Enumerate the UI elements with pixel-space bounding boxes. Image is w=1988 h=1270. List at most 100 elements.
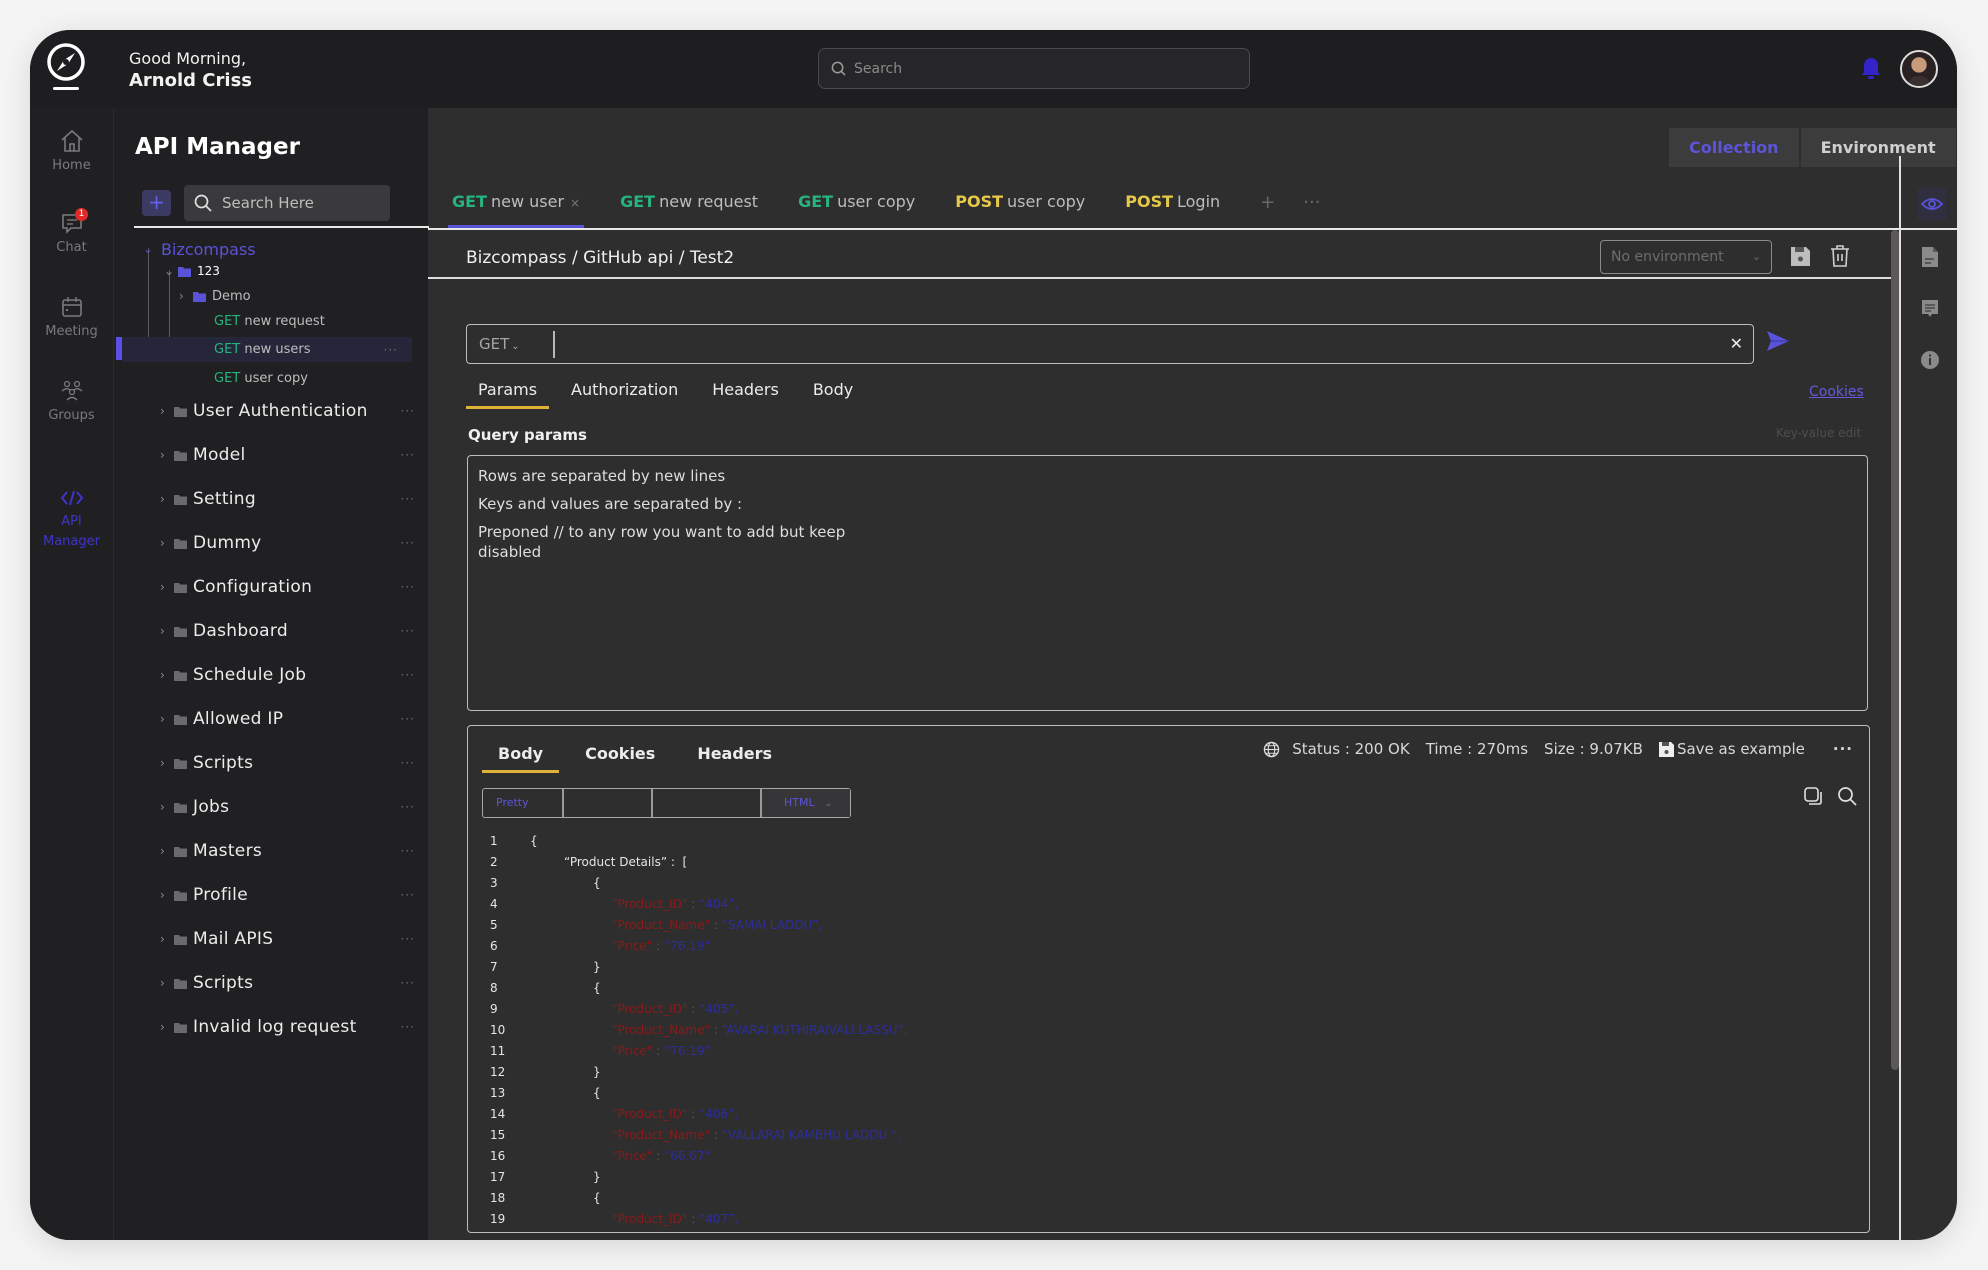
tree-folder[interactable]: › Schedule Job ··· [160,663,415,687]
global-search[interactable] [818,48,1250,89]
more-options-icon[interactable]: ··· [401,536,415,550]
more-options-icon[interactable]: ··· [401,932,415,946]
global-search-input[interactable] [854,60,1234,77]
more-options-icon[interactable]: ··· [1833,740,1853,758]
sidebar-search[interactable] [184,185,390,221]
request-tab[interactable]: GET user copy [798,178,915,226]
search-icon[interactable] [1837,786,1857,806]
tree-folder[interactable]: › Dashboard ··· [160,619,415,643]
tree-folder[interactable]: › Setting ··· [160,487,415,511]
tree-folder-123[interactable]: ⌄ 123 [164,261,414,281]
tree-root-bizcompass[interactable]: ⌄ Bizcompass [143,238,413,260]
cookies-link[interactable]: Cookies [1809,384,1864,400]
folder-icon [174,802,187,813]
tree-folder[interactable]: › Profile ··· [160,883,415,907]
preview-format-button[interactable] [653,789,762,817]
tab-body[interactable]: Body [801,368,865,409]
collection-tab[interactable]: Collection [1669,128,1801,167]
info-icon[interactable] [1920,350,1940,370]
more-options-icon[interactable]: ··· [401,668,415,682]
environment-tab[interactable]: Environment [1801,128,1956,167]
scrollbar-thumb[interactable] [1891,230,1899,1070]
tree-folder[interactable]: › Jobs ··· [160,795,415,819]
format-type-select[interactable]: HTML ⌄ [762,789,850,817]
tree-folder[interactable]: › Dummy ··· [160,531,415,555]
code-token: } [593,960,601,974]
request-tab[interactable]: POST Login [1125,178,1220,226]
more-options-icon[interactable]: ··· [401,1020,415,1034]
more-options-icon[interactable]: ··· [401,976,415,990]
more-options-icon[interactable]: ··· [384,343,398,357]
more-options-icon[interactable]: ··· [401,800,415,814]
more-options-icon[interactable]: ··· [401,448,415,462]
copy-icon[interactable] [1803,786,1823,806]
document-icon[interactable] [1920,245,1940,269]
code-line: 5 "Product_Name" : “SAMAI LADDU”, [490,915,908,936]
request-tab[interactable]: GET new user × [447,178,585,228]
url-input[interactable] [561,327,1711,361]
clear-url-icon[interactable]: ✕ [1730,334,1743,353]
response-tab-body[interactable]: Body [482,734,560,773]
avatar[interactable] [1900,50,1938,88]
more-options-icon[interactable]: ··· [401,756,415,770]
tree-request[interactable]: GET user copy [114,367,419,389]
tree-folder[interactable]: › Masters ··· [160,839,415,863]
trash-icon[interactable] [1830,245,1850,267]
code-token: “407”, [699,1212,739,1226]
tree-folder[interactable]: › Configuration ··· [160,575,415,599]
close-tab-icon[interactable]: × [570,196,580,210]
code-line: 9 "Product_ID" : “405”, [490,999,908,1020]
tree-folder[interactable]: › Mail APIS ··· [160,927,415,951]
greeting-text: Good Morning, [129,49,247,68]
pretty-button[interactable]: Pretty [483,789,564,817]
code-token: { [593,876,601,890]
add-tab-button[interactable]: + [1260,192,1275,213]
more-options-icon[interactable]: ··· [401,404,415,418]
tree-folder[interactable]: › Invalid log request ··· [160,1015,415,1039]
more-tabs-button[interactable]: ··· [1303,192,1320,213]
comment-icon[interactable] [1920,298,1940,320]
request-tab[interactable]: GET new request [620,178,758,226]
tree-request[interactable]: GET new request [114,310,419,332]
sidebar-search-input[interactable] [222,194,382,212]
key-value-edit-link[interactable]: Key-value edit [1776,426,1861,440]
tree-folder[interactable]: › Scripts ··· [160,971,415,995]
add-collection-button[interactable]: + [142,190,171,216]
nav-home[interactable]: Home [30,128,113,173]
bell-icon[interactable] [1860,56,1882,80]
tab-authorization[interactable]: Authorization [559,368,690,409]
more-options-icon[interactable]: ··· [401,624,415,638]
method-select[interactable]: GET ⌄ [479,325,520,366]
compass-logo-icon[interactable] [44,42,88,94]
tree-request-selected[interactable]: GET new users ··· [122,337,412,362]
sidebar-title: API Manager [135,134,300,160]
tree-folder[interactable]: › Allowed IP ··· [160,707,415,731]
nav-meeting[interactable]: Meeting [30,294,113,339]
send-icon[interactable] [1766,330,1790,352]
more-options-icon[interactable]: ··· [401,492,415,506]
tree-folder[interactable]: › Scripts ··· [160,751,415,775]
tree-folder-demo[interactable]: › Demo [179,286,414,306]
nav-api-manager[interactable]: API Manager [30,488,113,552]
save-icon[interactable] [1790,246,1811,267]
more-options-icon[interactable]: ··· [401,580,415,594]
request-tab[interactable]: POST user copy [955,178,1085,226]
query-params-editor[interactable]: Rows are separated by new lines Keys and… [467,455,1868,711]
environment-select[interactable]: No environment ⌄ [1600,240,1772,274]
tab-headers[interactable]: Headers [700,368,791,409]
response-tab-headers[interactable]: Headers [681,734,788,773]
response-tab-cookies[interactable]: Cookies [569,734,671,773]
nav-groups[interactable]: Groups [30,378,113,423]
nav-chat[interactable]: 1 Chat [30,208,113,255]
more-options-icon[interactable]: ··· [401,888,415,902]
tree-folder[interactable]: › User Authentication ··· [160,399,415,423]
request-method: GET [214,313,241,329]
more-options-icon[interactable]: ··· [401,844,415,858]
preview-button[interactable] [1917,188,1947,220]
tab-params[interactable]: Params [466,368,550,409]
more-options-icon[interactable]: ··· [401,712,415,726]
save-as-example-button[interactable]: Save as example [1658,740,1821,758]
tree-folder[interactable]: › Model ··· [160,443,415,467]
raw-button[interactable] [564,789,653,817]
